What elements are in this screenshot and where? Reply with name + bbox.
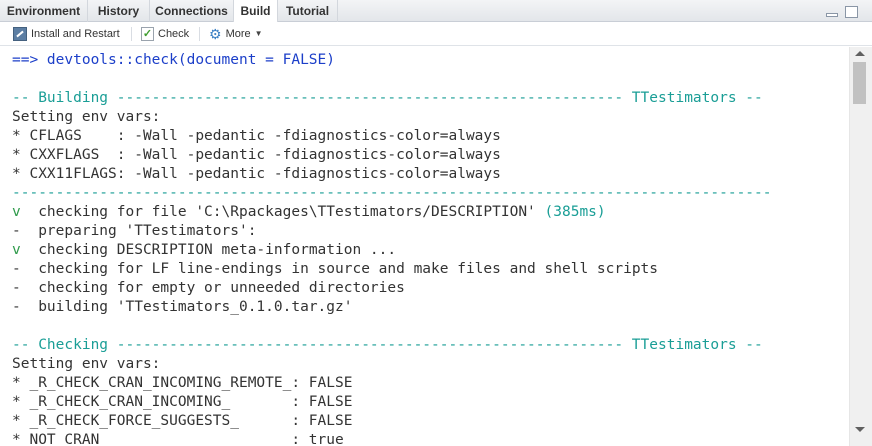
install-icon: [13, 27, 27, 41]
step-mark: -: [12, 280, 21, 296]
build-console-output[interactable]: ==> devtools::check(document = FALSE) --…: [0, 47, 849, 446]
success-mark: v: [12, 242, 21, 258]
console-line: - preparing 'TTestimators':: [12, 222, 256, 241]
console-line: v checking DESCRIPTION meta-information …: [12, 241, 396, 260]
check-label: Check: [158, 28, 190, 40]
console-line: Setting env vars:: [12, 109, 161, 125]
step-mark: -: [12, 261, 21, 277]
maximize-icon[interactable]: [845, 6, 858, 18]
gear-icon: ⚙: [209, 26, 222, 42]
tab-tutorial[interactable]: Tutorial: [278, 0, 338, 22]
console-line: - building 'TTestimators_0.1.0.tar.gz': [12, 298, 352, 317]
scroll-up-icon[interactable]: [855, 51, 865, 56]
minimize-icon[interactable]: [826, 13, 838, 17]
install-and-restart-button[interactable]: Install and Restart: [13, 26, 120, 42]
vertical-scrollbar[interactable]: [849, 47, 872, 446]
console-line: * NOT_CRAN : true: [12, 432, 344, 446]
timing-text: (385ms): [535, 204, 606, 220]
check-button[interactable]: ✓ Check: [141, 26, 189, 42]
console-line: * _R_CHECK_CRAN_INCOMING_REMOTE_: FALSE: [12, 375, 353, 391]
toolbar-divider: [131, 27, 132, 41]
console-text: checking for empty or unneeded directori…: [20, 280, 405, 296]
tab-connections[interactable]: Connections: [150, 0, 234, 22]
pane-tabbar: Environment History Connections Build Tu…: [0, 0, 872, 23]
scroll-down-icon[interactable]: [855, 427, 865, 432]
building-header: -- Building ----------------------------…: [12, 90, 763, 106]
console-line: * CXX11FLAGS: -Wall -pedantic -fdiagnost…: [12, 166, 501, 182]
build-toolbar: Install and Restart ✓ Check ⚙ More ▼: [0, 22, 872, 46]
console-text: checking for LF line-endings in source a…: [20, 261, 659, 277]
console-line: * CFLAGS : -Wall -pedantic -fdiagnostics…: [12, 128, 501, 144]
section-separator: ----------------------------------------…: [12, 185, 772, 201]
console-text: preparing 'TTestimators':: [20, 223, 257, 239]
console-line: * CXXFLAGS : -Wall -pedantic -fdiagnosti…: [12, 147, 501, 163]
console-text: building 'TTestimators_0.1.0.tar.gz': [20, 299, 353, 315]
console-line: Setting env vars:: [12, 356, 161, 372]
console-command: ==> devtools::check(document = FALSE): [12, 52, 336, 68]
step-mark: -: [12, 223, 21, 239]
toolbar-divider: [199, 27, 200, 41]
more-button[interactable]: ⚙ More ▼: [209, 26, 263, 42]
console-line: * _R_CHECK_CRAN_INCOMING_ : FALSE: [12, 394, 353, 410]
success-mark: v: [12, 204, 21, 220]
tab-environment[interactable]: Environment: [0, 0, 88, 22]
check-icon: ✓: [141, 27, 154, 41]
step-mark: -: [12, 299, 21, 315]
console-line: v checking for file 'C:\Rpackages\TTesti…: [12, 203, 606, 222]
install-label: Install and Restart: [31, 28, 120, 40]
checking-header: -- Checking ----------------------------…: [12, 337, 763, 353]
tab-history[interactable]: History: [88, 0, 150, 22]
more-label: More: [225, 28, 251, 40]
console-line: - checking for LF line-endings in source…: [12, 260, 658, 279]
console-line: * _R_CHECK_FORCE_SUGGESTS_ : FALSE: [12, 413, 353, 429]
console-text: checking DESCRIPTION meta-information ..…: [20, 242, 397, 258]
console-line: - checking for empty or unneeded directo…: [12, 279, 405, 298]
scrollbar-thumb[interactable]: [853, 62, 866, 104]
chevron-down-icon: ▼: [254, 29, 263, 38]
console-text: checking for file 'C:\Rpackages\TTestima…: [20, 204, 536, 220]
tab-build[interactable]: Build: [233, 0, 278, 23]
